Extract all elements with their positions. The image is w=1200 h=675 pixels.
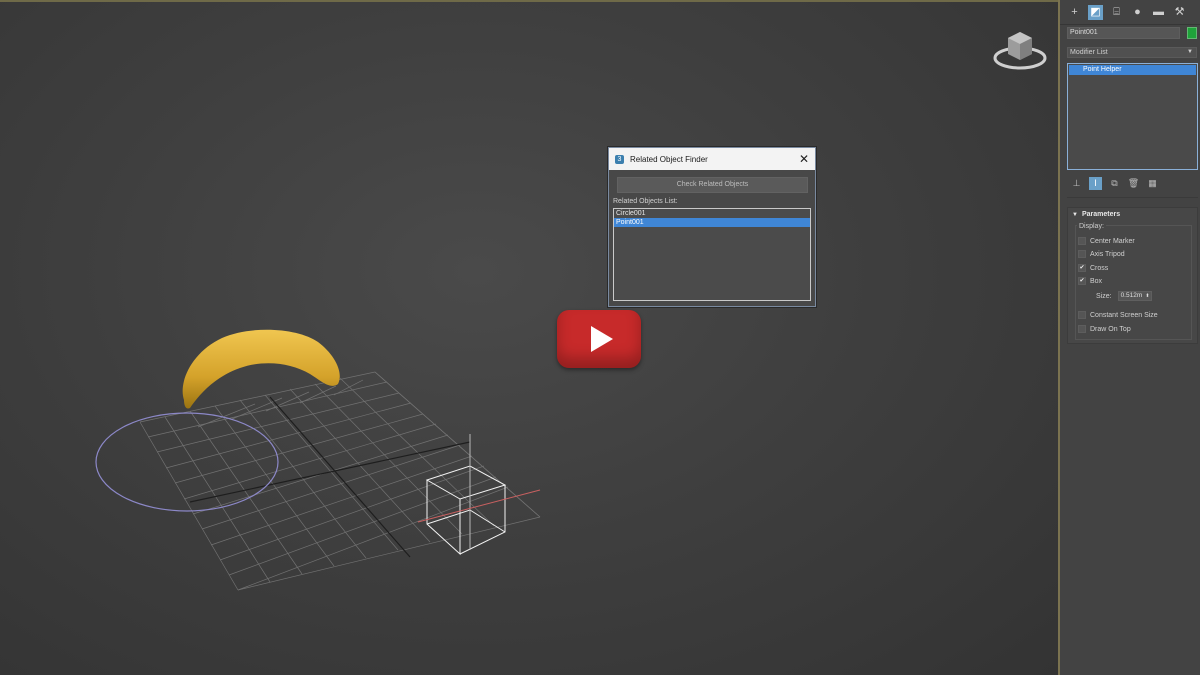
stack-item-point-helper[interactable]: Point Helper [1069, 65, 1196, 75]
show-end-result-icon[interactable]: I [1089, 176, 1102, 190]
size-label: Size: [1096, 292, 1112, 300]
checkbox-box [1078, 311, 1086, 319]
check-related-objects-button[interactable]: Check Related Objects [617, 177, 808, 193]
list-item-circle001[interactable]: Circle001 [614, 209, 810, 218]
make-unique-icon[interactable]: ⧉ [1108, 177, 1121, 190]
command-panel: + ◩ ⌸ ● ▬ ⚒ Point001 Modifier List ▼ Poi… [1058, 0, 1200, 675]
remove-modifier-icon[interactable]: 🗑 [1127, 177, 1140, 190]
banana-object [182, 329, 340, 409]
spinner-arrows-icon[interactable]: ⬍ [1145, 292, 1149, 300]
configure-sets-icon[interactable]: ▦ [1146, 177, 1159, 190]
close-icon[interactable]: ✕ [799, 152, 809, 166]
center-marker-checkbox[interactable]: Center Marker [1078, 237, 1135, 245]
checkbox-label: Box [1090, 277, 1103, 285]
related-objects-list[interactable]: Circle001 Point001 [613, 208, 811, 301]
checkbox-box [1078, 325, 1086, 333]
home-grid [139, 371, 541, 591]
axis-tripod-checkbox[interactable]: Axis Tripod [1078, 250, 1125, 258]
display-group-label: Display: [1077, 223, 1106, 230]
check-icon: ✔ [1078, 264, 1086, 272]
modify-tab-icon[interactable]: ◩ [1088, 4, 1103, 20]
create-tab-icon[interactable]: + [1067, 5, 1082, 20]
grid-axes [189, 396, 471, 558]
box-checkbox[interactable]: ✔ Box [1078, 277, 1102, 285]
play-icon [591, 326, 613, 352]
draw-on-top-checkbox[interactable]: Draw On Top [1078, 325, 1131, 333]
object-color-swatch[interactable] [1187, 27, 1197, 39]
scene-objects [95, 329, 541, 591]
perspective-viewport[interactable]: 3 Related Object Finder ✕ Check Related … [0, 0, 1058, 675]
cross-checkbox[interactable]: ✔ Cross [1078, 264, 1108, 272]
stack-tools: ⊥ I ⧉ 🗑 ▦ [1070, 176, 1159, 190]
play-video-button[interactable] [557, 310, 641, 368]
parameters-title: Parameters [1081, 211, 1121, 218]
parameters-rollout-header[interactable]: ▼ Parameters [1068, 208, 1197, 221]
modifier-stack[interactable]: Point Helper [1067, 63, 1198, 170]
constant-screen-size-checkbox[interactable]: Constant Screen Size [1078, 311, 1158, 319]
checkbox-box [1078, 237, 1086, 245]
list-item-point001[interactable]: Point001 [614, 218, 810, 227]
dialog-title: Related Object Finder [630, 154, 708, 164]
object-name-field[interactable]: Point001 [1067, 27, 1180, 39]
checkbox-label: Cross [1090, 264, 1109, 272]
checkbox-label: Draw On Top [1090, 325, 1131, 333]
size-spinner[interactable]: 0.512m ⬍ [1117, 291, 1152, 301]
display-tab-icon[interactable]: ▬ [1151, 5, 1166, 20]
pin-stack-icon[interactable]: ⊥ [1070, 177, 1083, 190]
modifier-list-dropdown[interactable]: Modifier List ▼ [1067, 47, 1197, 58]
app-icon: 3 [615, 154, 624, 164]
object-name-row: Point001 [1067, 27, 1197, 39]
related-object-finder-dialog: 3 Related Object Finder ✕ Check Related … [608, 147, 816, 307]
checkbox-label: Constant Screen Size [1090, 311, 1158, 319]
utilities-tab-icon[interactable]: ⚒ [1172, 5, 1187, 20]
collapse-icon: ▼ [1072, 212, 1078, 218]
panel-divider [1067, 197, 1198, 198]
modifier-list-label: Modifier List [1070, 49, 1108, 56]
related-objects-list-label: Related Objects List: [613, 198, 678, 205]
checkbox-label: Center Marker [1090, 237, 1135, 245]
size-row: Size: 0.512m ⬍ [1096, 291, 1152, 301]
command-panel-tabs: + ◩ ⌸ ● ▬ ⚒ [1060, 0, 1200, 25]
parameters-rollout: ▼ Parameters Display: [1067, 207, 1198, 344]
size-value: 0.512m [1120, 292, 1143, 299]
chevron-down-icon: ▼ [1187, 49, 1193, 55]
hierarchy-tab-icon[interactable]: ⌸ [1109, 5, 1124, 20]
check-icon: ✔ [1078, 277, 1086, 285]
checkbox-box [1078, 250, 1086, 258]
motion-tab-icon[interactable]: ● [1130, 5, 1145, 20]
viewcube-icon[interactable] [990, 24, 1050, 76]
checkbox-label: Axis Tripod [1090, 250, 1125, 258]
dialog-titlebar[interactable]: 3 Related Object Finder ✕ [609, 148, 815, 170]
